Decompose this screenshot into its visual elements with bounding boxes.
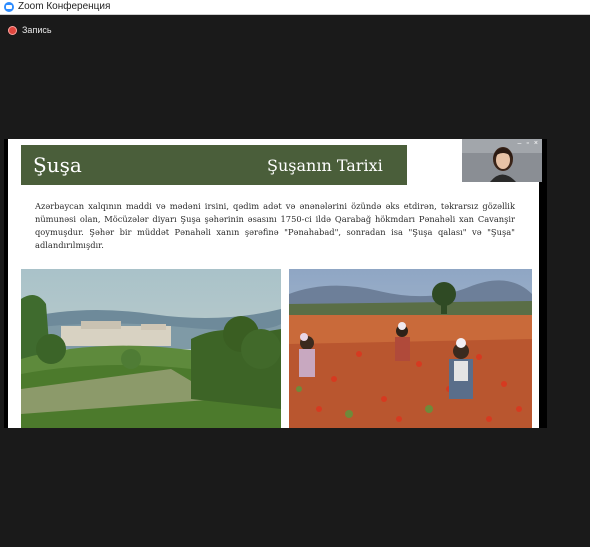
poppy-field-image (289, 269, 532, 428)
presenter-video[interactable]: – ▫ × (462, 139, 542, 182)
window-title: Zoom Конференция (18, 1, 111, 12)
recording-indicator[interactable]: Запись (8, 22, 52, 38)
presentation-slide: Şuşa Şuşanın Tarixi Azərbaycan xalqının … (8, 139, 542, 428)
city-photo (21, 269, 281, 428)
record-icon (8, 25, 17, 35)
title-bar: Zoom Конференция (0, 0, 590, 15)
close-icon[interactable]: × (534, 140, 538, 148)
slide-header: Şuşa Şuşanın Tarixi (21, 145, 407, 185)
video-window-controls: – ▫ × (518, 140, 538, 148)
city-photo-image (21, 269, 281, 428)
slide-paragraph: Azərbaycan xalqının maddi və mədəni irsi… (35, 201, 515, 250)
restore-icon[interactable]: ▫ (526, 140, 528, 148)
shared-screen[interactable]: Şuşa Şuşanın Tarixi Azərbaycan xalqının … (4, 139, 547, 428)
poppy-field-photo (289, 269, 532, 428)
slide-title: Şuşa (33, 153, 82, 177)
zoom-app-icon (4, 2, 14, 12)
slide-subtitle: Şuşanın Tarixi (267, 156, 383, 175)
minimize-icon[interactable]: – (518, 140, 522, 148)
recording-label: Запись (22, 25, 52, 35)
